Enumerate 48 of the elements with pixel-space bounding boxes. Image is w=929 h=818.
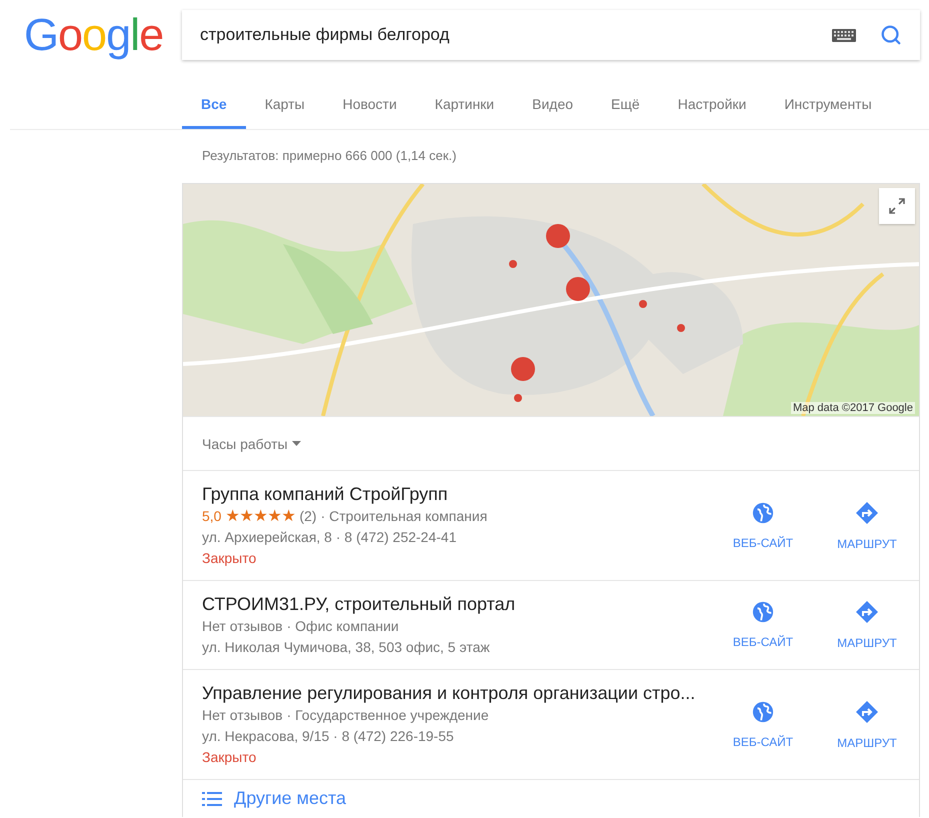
search-tab[interactable]: Настройки <box>658 80 766 129</box>
expand-button[interactable] <box>879 188 915 224</box>
place-address: ул. Архиерейская, 8 · 8 (472) 252-24-41 <box>202 528 456 547</box>
map-attribution: Map data ©2017 Google <box>790 402 915 414</box>
result-stats: Результатов: примерно 666 000 (1,14 сек.) <box>201 147 458 165</box>
open-status: Закрыто <box>202 748 256 767</box>
place-category: · Государственное учреждение <box>286 706 489 725</box>
expand-icon <box>888 197 906 215</box>
hours-dropdown[interactable]: Часы работы <box>202 436 301 452</box>
directions-link[interactable]: МАРШРУТ <box>815 700 919 750</box>
search-tab[interactable]: Новости <box>324 80 416 129</box>
keyboard-icon[interactable] <box>832 28 856 42</box>
search-tab[interactable]: Все <box>182 80 246 129</box>
website-link[interactable]: ВЕБ-САЙТ <box>711 601 815 649</box>
directions-link[interactable]: МАРШРУТ <box>815 600 919 650</box>
search-tab[interactable]: Картинки <box>416 80 514 129</box>
review-count[interactable]: (2) <box>299 507 317 526</box>
place-name[interactable]: Управление регулирования и контроля организации стро... <box>202 682 711 704</box>
directions-icon <box>855 500 879 524</box>
list-icon <box>202 792 222 806</box>
place-name[interactable]: СТРОИМ31.РУ, строительный портал <box>202 593 711 615</box>
place-name[interactable]: Группа компаний СтройГрупп <box>202 483 711 505</box>
open-status: Закрыто <box>202 549 256 568</box>
website-link[interactable]: ВЕБ-САЙТ <box>711 502 815 550</box>
website-link[interactable]: ВЕБ-САЙТ <box>711 700 815 748</box>
globe-icon <box>752 700 774 722</box>
more-places-link[interactable]: Другие места <box>183 779 919 817</box>
review-count: Нет отзывов <box>202 617 283 636</box>
star-rating: ★★★★★ <box>225 508 296 524</box>
google-logo[interactable]: Google <box>24 10 160 60</box>
place-category: · Офис компании <box>286 617 399 636</box>
search-tab[interactable]: Видео <box>513 80 592 129</box>
rating-value: 5,0 <box>202 507 222 526</box>
directions-link[interactable]: МАРШРУТ <box>815 500 919 550</box>
place-category: · Строительная компания <box>320 507 488 526</box>
search-icon[interactable] <box>880 24 902 46</box>
directions-icon <box>855 600 879 624</box>
search-tab[interactable]: Инструменты <box>765 80 891 129</box>
globe-icon <box>752 502 774 524</box>
search-tab[interactable]: Ещё <box>592 80 659 129</box>
caret-icon <box>292 441 301 446</box>
place-address: ул. Николая Чумичова, 38, 503 офис, 5 этаж <box>202 638 490 657</box>
search-tab[interactable]: Карты <box>246 80 324 129</box>
globe-icon <box>752 601 774 623</box>
review-count: Нет отзывов <box>202 706 283 725</box>
directions-icon <box>855 700 879 724</box>
search-field[interactable]: строительные фирмы белгород <box>182 10 920 60</box>
place-address: ул. Некрасова, 9/15 · 8 (472) 226-19-55 <box>202 727 454 746</box>
